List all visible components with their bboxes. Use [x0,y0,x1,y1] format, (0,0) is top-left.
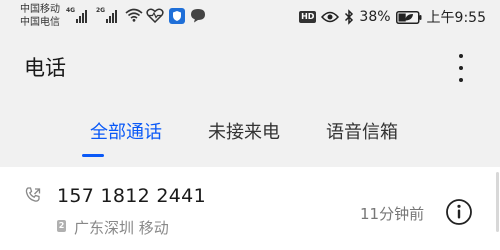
status-bar: 中国移动 中国电信 4G 2G HD 38% 上午9:55 [0,0,500,34]
outgoing-call-icon [25,187,41,202]
info-icon[interactable] [445,198,473,226]
sim1-network-label: 4G [66,7,76,14]
page-title: 电话 [24,56,66,80]
scrollbar[interactable] [496,172,499,232]
eye-comfort-icon [321,11,340,23]
carrier-1-label: 中国移动 [20,4,60,15]
sim1-signal-icon: 4G [66,7,92,23]
call-number: 157 1812 2441 [57,185,206,207]
battery-leaf-icon [395,10,422,24]
clock: 上午9:55 [426,10,486,26]
tab-voicemail[interactable]: 语音信箱 [326,118,398,144]
hd-badge: HD [299,11,317,23]
wifi-icon [125,8,143,22]
carrier-2-label: 中国电信 [20,17,60,28]
tab-all-calls[interactable]: 全部通话 [90,118,162,144]
chat-bubble-icon [191,9,205,23]
status-right-group: HD 38% 上午9:55 [299,7,486,27]
sim2-signal-icon: 2G [96,7,122,23]
shield-icon [169,8,185,24]
more-options-button[interactable] [452,54,470,82]
call-location: 广东深圳 移动 [74,219,169,237]
carrier-names: 中国移动 中国电信 [20,3,60,29]
call-filter-tabs: 全部通话 未接来电 语音信箱 [0,118,500,158]
tab-missed-calls[interactable]: 未接来电 [208,118,280,144]
tab-indicator [82,154,104,157]
battery-percent: 38% [359,9,391,25]
sim-card-icon: 2 [57,220,66,232]
call-log-row[interactable]: 157 1812 2441 2 广东深圳 移动 [0,167,500,250]
call-time: 11分钟前 [360,205,425,223]
sim2-network-label: 2G [96,7,106,14]
bluetooth-icon [345,9,354,25]
more-vertical-icon [459,54,463,58]
heart-rate-icon [146,8,164,23]
call-log-list: 157 1812 2441 2 广东深圳 移动 [0,167,500,250]
